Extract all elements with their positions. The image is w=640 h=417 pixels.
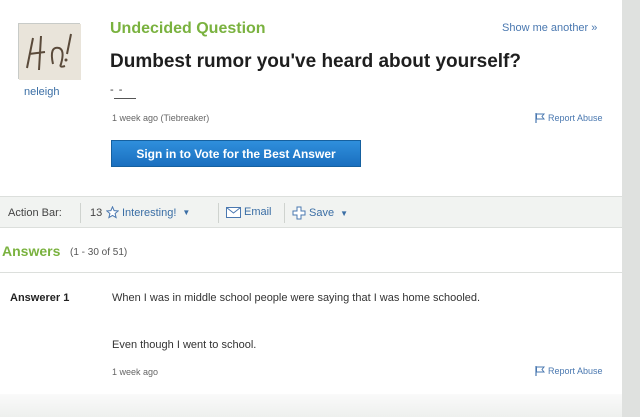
star-icon <box>106 206 119 219</box>
chevron-down-icon: ▼ <box>182 208 191 217</box>
report-abuse-answer-link[interactable]: Report Abuse <box>535 366 603 376</box>
divider <box>0 272 622 273</box>
interesting-label: Interesting! <box>122 206 177 219</box>
action-bar: Action Bar: 13 Interesting! ▼ Email Save… <box>0 196 622 228</box>
save-button[interactable]: Save ▼ <box>292 206 348 220</box>
chevron-down-icon: ▼ <box>340 208 348 218</box>
answer-text-line: When I was in middle school people were … <box>112 292 481 304</box>
action-bar-label: Action Bar: <box>8 207 62 219</box>
action-bar-divider <box>80 203 81 223</box>
question-page: neleigh Undecided Question Show me anoth… <box>0 0 622 417</box>
answers-range: (1 - 30 of 51) <box>70 247 128 258</box>
question-meta: 1 week ago (Tiebreaker) <box>112 113 210 123</box>
handwriting-avatar-image <box>19 24 81 80</box>
question-status-label: Undecided Question <box>110 20 266 37</box>
action-bar-divider <box>284 203 285 223</box>
report-abuse-label: Report Abuse <box>548 366 603 376</box>
action-bar-divider <box>218 203 219 223</box>
screen-edge-strip <box>622 0 640 417</box>
answer-meta: 1 week ago <box>112 367 159 377</box>
answers-heading: Answers <box>2 243 61 259</box>
email-button[interactable]: Email <box>226 206 272 218</box>
flag-icon <box>535 366 545 376</box>
asker-name-link[interactable]: neleigh <box>24 86 59 98</box>
answerer-name[interactable]: Answerer 1 <box>10 292 69 304</box>
question-title: Dumbest rumor you've heard about yoursel… <box>110 51 521 72</box>
asker-avatar[interactable] <box>18 23 81 80</box>
report-abuse-label: Report Abuse <box>548 113 603 123</box>
save-icon <box>292 206 306 220</box>
interesting-count: 13 <box>90 207 103 219</box>
sign-in-to-vote-button[interactable]: Sign in to Vote for the Best Answer <box>111 140 361 167</box>
email-icon <box>226 206 241 218</box>
question-details: - - <box>110 84 124 96</box>
email-label: Email <box>244 206 272 218</box>
report-abuse-question-link[interactable]: Report Abuse <box>535 113 603 123</box>
question-details-underline <box>114 98 136 99</box>
interesting-button[interactable]: Interesting! ▼ <box>106 206 190 219</box>
page-bottom-edge <box>0 394 622 417</box>
answer-text-line: Even though I went to school. <box>112 339 257 351</box>
save-label: Save <box>309 207 335 219</box>
show-another-link[interactable]: Show me another » <box>502 22 597 34</box>
flag-icon <box>535 113 545 123</box>
